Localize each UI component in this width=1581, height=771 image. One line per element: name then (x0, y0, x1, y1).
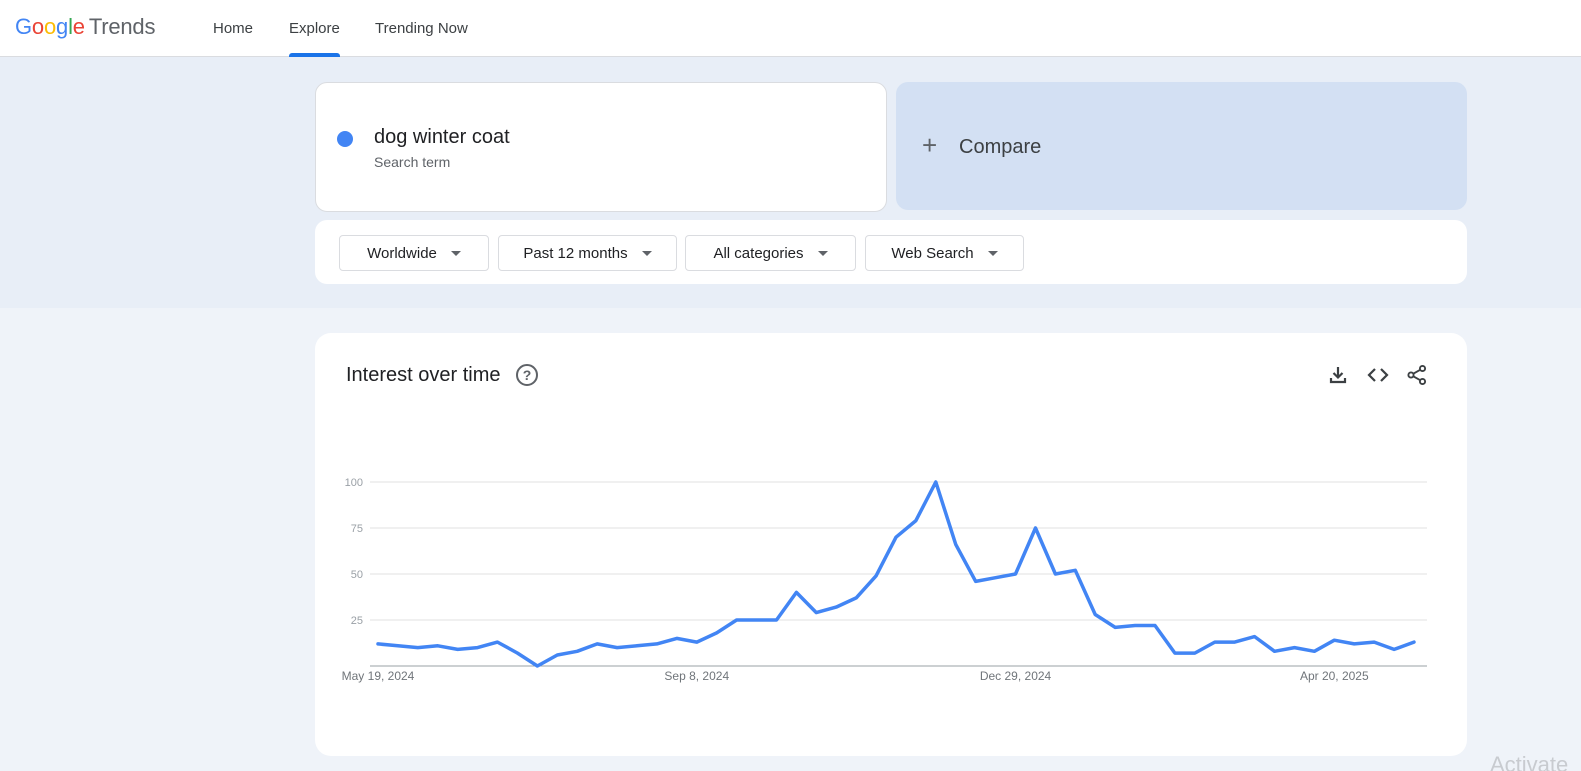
nav-home[interactable]: Home (213, 0, 253, 57)
data-point[interactable] (493, 637, 503, 647)
search-term-type: Search term (374, 154, 451, 170)
logo-letter: e (72, 14, 85, 39)
location-filter[interactable]: Worldwide (339, 235, 489, 271)
data-point[interactable] (931, 477, 941, 487)
data-point[interactable] (851, 593, 861, 603)
data-point[interactable] (951, 540, 961, 550)
data-point[interactable] (1150, 621, 1160, 631)
data-point[interactable] (971, 576, 981, 586)
data-point[interactable] (1309, 646, 1319, 656)
x-tick-label: May 19, 2024 (342, 669, 415, 683)
filter-bar: Worldwide Past 12 months All categories … (315, 220, 1467, 284)
data-point[interactable] (891, 532, 901, 542)
interest-over-time-card: Interest over time ? 100 75 50 25 May 19, 20… (315, 333, 1467, 756)
data-point[interactable] (552, 650, 562, 660)
x-tick-label: Apr 20, 2025 (1300, 669, 1369, 683)
logo-letter: g (56, 14, 69, 39)
data-point[interactable] (572, 646, 582, 656)
x-tick-label: Sep 8, 2024 (664, 669, 729, 683)
data-point[interactable] (991, 573, 1001, 583)
caret-down-icon (641, 250, 652, 256)
logo-letter: o (31, 14, 44, 39)
data-point[interactable] (512, 648, 522, 658)
compare-label: Compare (959, 136, 1042, 158)
data-point[interactable] (1070, 565, 1080, 575)
data-point[interactable] (632, 641, 642, 651)
data-point[interactable] (433, 641, 443, 651)
data-point[interactable] (811, 608, 821, 618)
caret-down-icon (987, 250, 998, 256)
category-filter-label: All categories (713, 244, 804, 262)
data-point[interactable] (373, 639, 383, 649)
data-point[interactable] (532, 661, 542, 671)
data-point[interactable] (1210, 637, 1220, 647)
data-point[interactable] (871, 571, 881, 581)
term-color-dot (337, 131, 353, 147)
data-point[interactable] (712, 628, 722, 638)
time-range-filter[interactable]: Past 12 months (498, 235, 677, 271)
y-tick-label: 75 (351, 523, 363, 535)
search-term-text: dog winter coat (374, 126, 510, 148)
location-filter-label: Worldwide (367, 244, 437, 262)
data-point[interactable] (612, 643, 622, 653)
data-point[interactable] (1349, 639, 1359, 649)
data-point[interactable] (672, 633, 682, 643)
data-point[interactable] (732, 615, 742, 625)
caret-down-icon (817, 250, 828, 256)
data-point[interactable] (692, 637, 702, 647)
nav-trending-now[interactable]: Trending Now (375, 0, 468, 57)
plus-icon: + (922, 130, 938, 160)
data-point[interactable] (1409, 637, 1419, 647)
data-point[interactable] (791, 587, 801, 597)
data-point[interactable] (1389, 644, 1399, 654)
data-point[interactable] (413, 643, 423, 653)
search-term-card[interactable]: dog winter coat Search term (315, 82, 887, 212)
data-point[interactable] (1030, 523, 1040, 533)
data-point[interactable] (831, 602, 841, 612)
search-type-filter-label: Web Search (891, 244, 974, 262)
data-point[interactable] (1369, 637, 1379, 647)
data-point[interactable] (1110, 622, 1120, 632)
data-point[interactable] (771, 615, 781, 625)
data-point[interactable] (652, 639, 662, 649)
data-point[interactable] (1270, 646, 1280, 656)
interest-line-chart: 100 75 50 25 May 19, 2024 Sep 8, 2024 Dec 29, … (342, 477, 1427, 683)
data-point[interactable] (1329, 635, 1339, 645)
category-filter[interactable]: All categories (685, 235, 856, 271)
y-tick-label: 25 (351, 615, 363, 627)
data-point[interactable] (1289, 643, 1299, 653)
data-point[interactable] (1230, 637, 1240, 647)
search-type-filter[interactable]: Web Search (865, 235, 1024, 271)
y-tick-label: 100 (345, 477, 363, 489)
time-range-filter-label: Past 12 months (523, 244, 628, 262)
logo-letter: G (15, 14, 32, 39)
data-point[interactable] (1190, 648, 1200, 658)
logo-product-name: Trends (88, 14, 156, 39)
activate-windows-watermark: Activate (1490, 752, 1569, 771)
data-point[interactable] (1250, 632, 1260, 642)
data-point[interactable] (911, 516, 921, 526)
data-point[interactable] (1130, 621, 1140, 631)
compare-button[interactable]: + Compare (896, 82, 1467, 210)
data-point[interactable] (473, 643, 483, 653)
y-tick-label: 50 (351, 569, 363, 581)
nav-explore[interactable]: Explore (289, 0, 340, 57)
data-point[interactable] (752, 615, 762, 625)
google-trends-logo[interactable]: Google Trends (15, 14, 155, 40)
top-bar: Google Trends Home Explore Trending Now (0, 0, 1581, 57)
data-point[interactable] (453, 644, 463, 654)
x-tick-label: Dec 29, 2024 (980, 669, 1052, 683)
data-point[interactable] (1090, 609, 1100, 619)
data-point[interactable] (1011, 569, 1021, 579)
logo-letter: o (43, 14, 57, 39)
data-point[interactable] (393, 641, 403, 651)
data-point[interactable] (1050, 569, 1060, 579)
caret-down-icon (450, 250, 461, 256)
data-point[interactable] (1170, 648, 1180, 658)
data-point[interactable] (592, 639, 602, 649)
